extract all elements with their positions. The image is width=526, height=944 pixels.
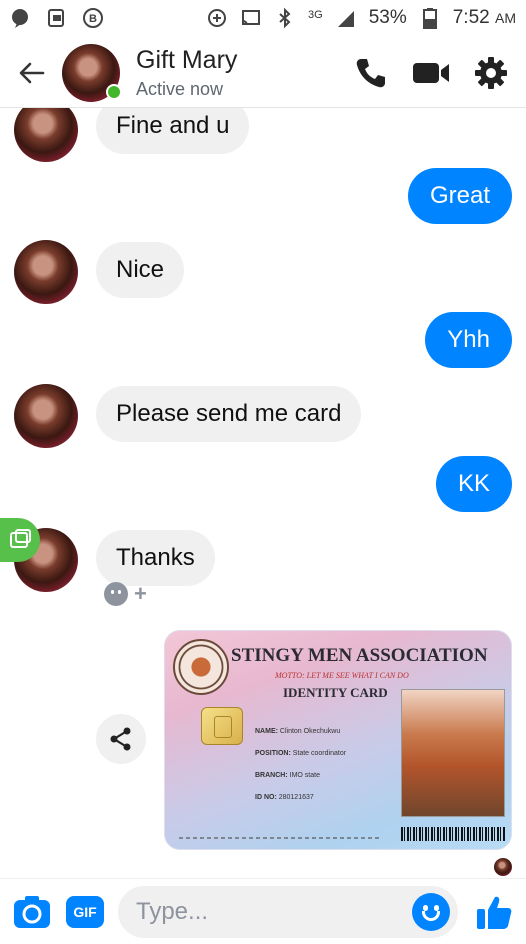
add-reaction-button[interactable]: +	[104, 582, 147, 606]
smiley-icon	[104, 582, 128, 606]
outgoing-message-bubble[interactable]: KK	[435, 456, 512, 512]
camera-button[interactable]	[10, 890, 54, 934]
contact-info[interactable]: Gift Mary Active now	[136, 46, 237, 100]
thumbs-up-icon	[477, 896, 512, 929]
read-receipt-avatar	[494, 858, 512, 876]
card-fields: NAME: Clinton Okechukwu POSITION: State …	[255, 728, 347, 801]
emoji-icon	[422, 910, 440, 921]
barcode	[401, 827, 505, 841]
incoming-message-bubble[interactable]: Fine and u	[96, 108, 250, 154]
message-input[interactable]	[136, 897, 412, 926]
battery-percent: 53%	[368, 7, 407, 28]
data-saver-icon	[206, 7, 228, 29]
incoming-message-bubble[interactable]: Please send me card	[96, 386, 362, 442]
id-card-image[interactable]: STINGY MEN ASSOCIATION MOTTO: LET ME SEE…	[164, 630, 512, 850]
contact-name: Gift Mary	[136, 45, 238, 74]
camera-icon	[14, 895, 50, 928]
conversation-settings-button[interactable]	[470, 52, 512, 94]
card-identity-label: IDENTITY CARD	[283, 685, 388, 700]
card-footer-text	[179, 837, 379, 839]
message-list[interactable]: Fine and u Great Nice Yhh Please send me…	[0, 108, 526, 876]
incoming-message-bubble[interactable]: Nice	[96, 242, 185, 298]
outgoing-message-bubble[interactable]: Yhh	[425, 312, 512, 368]
card-motto: MOTTO: LET ME SEE WHAT I CAN DO	[275, 671, 409, 680]
gear-icon	[475, 56, 507, 89]
signal-icon	[335, 7, 357, 29]
emoji-button[interactable]	[412, 892, 450, 931]
back-button[interactable]	[4, 45, 60, 101]
card-title: STINGY MEN ASSOCIATION	[231, 645, 488, 666]
outgoing-message-bubble[interactable]: Great	[407, 168, 512, 224]
contact-avatar[interactable]	[62, 43, 122, 102]
video-call-button[interactable]	[410, 52, 452, 94]
contact-status: Active now	[136, 78, 224, 99]
switch-icon	[10, 529, 31, 548]
bluetooth-icon	[274, 7, 296, 29]
back-arrow-icon	[19, 62, 45, 83]
cast-icon	[240, 7, 262, 29]
svg-text:B: B	[89, 13, 97, 25]
video-icon	[413, 62, 449, 83]
status-bar: B 3G 53% 7:52 AM	[0, 0, 526, 36]
card-chip	[201, 707, 243, 745]
conversation-header: Gift Mary Active now	[0, 38, 526, 108]
share-icon	[110, 727, 131, 751]
plus-icon: +	[134, 581, 147, 606]
like-button[interactable]	[472, 890, 516, 934]
clock: 7:52 AM	[452, 7, 516, 28]
online-indicator	[106, 83, 122, 100]
battery-icon	[419, 7, 441, 29]
voice-call-button[interactable]	[350, 52, 392, 94]
sender-avatar	[14, 384, 78, 448]
message-input-wrapper[interactable]	[118, 885, 458, 938]
sender-avatar	[14, 240, 78, 304]
sender-avatar	[14, 108, 78, 162]
member-photo	[401, 689, 505, 817]
network-type: 3G	[308, 8, 323, 21]
incoming-message-bubble[interactable]: Thanks	[96, 530, 215, 586]
phone-icon	[356, 58, 385, 87]
association-seal	[173, 639, 229, 695]
message-composer: GIF	[0, 878, 526, 944]
messenger-notification-icon	[10, 7, 32, 29]
b-notification-icon: B	[82, 7, 104, 29]
screenshot-notification-icon	[46, 7, 68, 29]
share-button[interactable]	[96, 714, 146, 764]
gif-button[interactable]: GIF	[66, 895, 104, 928]
